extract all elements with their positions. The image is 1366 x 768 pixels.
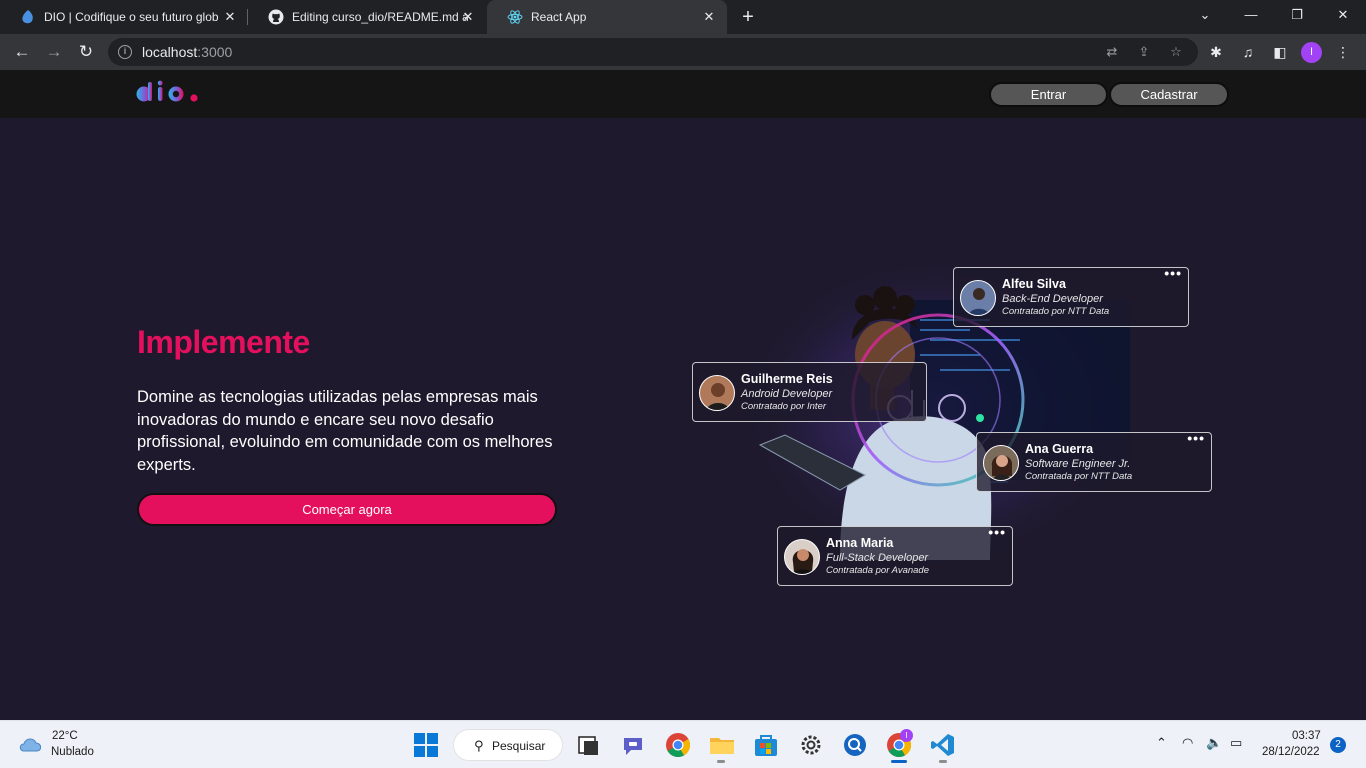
weather-temperature[interactable]: 22°C xyxy=(52,730,78,742)
forward-button[interactable]: → xyxy=(41,39,67,65)
minimize-button[interactable]: — xyxy=(1228,0,1274,30)
avatar xyxy=(960,280,996,316)
testimonial-company: Contratada por NTT Data xyxy=(1025,471,1133,482)
chrome-icon[interactable] xyxy=(665,732,691,758)
browser-toolbar: ← → ↻ i localhost:3000 ⇄ ⇪ ☆ ✱ ♫ ◧ I ⋮ xyxy=(0,34,1366,70)
avatar xyxy=(983,445,1019,481)
restore-button[interactable]: ❐ xyxy=(1274,0,1320,30)
share-icon[interactable]: ⇪ xyxy=(1136,44,1152,60)
media-control-icon[interactable]: ♫ xyxy=(1239,43,1257,61)
settings-gear-icon[interactable] xyxy=(798,732,824,758)
testimonial-card[interactable]: Alfeu Silva Back-End Developer Contratad… xyxy=(953,265,1189,327)
start-now-button[interactable]: Começar agora xyxy=(137,493,557,526)
translate-icon[interactable]: ⇄ xyxy=(1104,44,1120,60)
browser-tab-github[interactable]: Editing curso_dio/README.md at ✕ xyxy=(248,0,486,34)
react-icon xyxy=(507,9,523,25)
vscode-icon[interactable] xyxy=(930,732,956,758)
url-port: :3000 xyxy=(197,44,233,60)
running-indicator xyxy=(939,760,947,763)
back-button[interactable]: ← xyxy=(9,39,35,65)
windows-taskbar: 22°C Nublado ⚲ Pesquisar I ⌃ ◠ 🔈 ▭ 03:37… xyxy=(0,720,1366,768)
tab-title: DIO | Codifique o seu futuro glob xyxy=(44,10,219,24)
url-host: localhost xyxy=(142,44,198,60)
testimonial-role: Software Engineer Jr. xyxy=(1025,458,1131,470)
search-icon: ⚲ xyxy=(474,738,484,753)
cloud-weather-icon[interactable] xyxy=(18,733,44,755)
testimonial-role: Full-Stack Developer xyxy=(826,552,929,564)
avatar xyxy=(784,539,820,575)
close-tab-icon[interactable]: ✕ xyxy=(222,9,238,25)
new-tab-button[interactable]: + xyxy=(737,6,759,28)
avatar xyxy=(699,375,735,411)
side-panel-icon[interactable]: ◧ xyxy=(1271,43,1289,61)
tab-title: Editing curso_dio/README.md at xyxy=(292,10,468,24)
dio-logo[interactable] xyxy=(136,80,202,104)
profile-avatar[interactable]: I xyxy=(1301,42,1322,63)
hero-description: Domine as tecnologias utilizadas pelas e… xyxy=(137,388,553,474)
clock-time[interactable]: 03:37 xyxy=(1292,730,1321,742)
bookmark-star-icon[interactable]: ☆ xyxy=(1168,44,1184,60)
testimonial-name: Alfeu Silva xyxy=(1002,277,1066,291)
battery-icon[interactable]: ▭ xyxy=(1230,735,1242,751)
volume-icon[interactable]: 🔈 xyxy=(1206,735,1222,751)
feedback-hub-icon[interactable] xyxy=(842,732,868,758)
search-label: Pesquisar xyxy=(492,739,546,753)
app-header: Entrar Cadastrar xyxy=(0,70,1366,118)
tab-search-icon[interactable]: ⌄ xyxy=(1182,0,1228,30)
extensions-icon[interactable]: ✱ xyxy=(1207,43,1225,61)
close-tab-icon[interactable]: ✕ xyxy=(701,9,717,25)
running-indicator xyxy=(717,760,725,763)
url-text: localhost:3000 xyxy=(142,44,232,60)
task-view-icon[interactable] xyxy=(576,732,602,758)
show-hidden-icons-icon[interactable]: ⌃ xyxy=(1156,735,1167,751)
clock-date[interactable]: 28/12/2022 xyxy=(1262,746,1320,758)
wifi-icon[interactable]: ◠ xyxy=(1182,735,1193,751)
browser-tab-strip: DIO | Codifique o seu futuro glob ✕ Edit… xyxy=(0,0,1366,34)
github-icon xyxy=(268,9,284,25)
testimonial-card[interactable]: Ana Guerra Software Engineer Jr. Contrat… xyxy=(976,430,1212,492)
weather-description[interactable]: Nublado xyxy=(51,746,94,758)
testimonial-card[interactable]: Guilherme Reis Android Developer Contrat… xyxy=(692,362,927,422)
chrome-profile-badge: I xyxy=(900,729,913,742)
testimonial-company: Contratado por Inter xyxy=(741,401,827,412)
browser-tab-dio[interactable]: DIO | Codifique o seu futuro glob ✕ xyxy=(0,0,248,34)
testimonial-role: Android Developer xyxy=(741,388,833,400)
testimonial-company: Contratada por Avanade xyxy=(826,565,929,576)
more-options-icon[interactable]: ••• xyxy=(1187,430,1205,446)
file-explorer-icon[interactable] xyxy=(709,732,735,758)
testimonial-name: Anna Maria xyxy=(826,536,894,550)
active-indicator xyxy=(891,760,907,763)
more-options-icon[interactable]: ••• xyxy=(1164,265,1182,281)
teams-chat-icon[interactable] xyxy=(620,732,646,758)
testimonial-role: Back-End Developer xyxy=(1002,293,1103,305)
testimonial-company: Contratado por NTT Data xyxy=(1002,306,1110,317)
dio-favicon-icon xyxy=(20,9,36,25)
testimonial-name: Guilherme Reis xyxy=(741,372,833,386)
notification-badge[interactable]: 2 xyxy=(1330,737,1346,753)
microsoft-store-icon[interactable] xyxy=(753,732,779,758)
reload-button[interactable]: ↻ xyxy=(73,39,99,65)
login-button[interactable]: Entrar xyxy=(989,82,1108,107)
taskbar-search[interactable]: ⚲ Pesquisar xyxy=(453,729,563,761)
testimonial-name: Ana Guerra xyxy=(1025,442,1094,456)
windows-start-icon[interactable] xyxy=(413,732,439,758)
hero-illustration: Alfeu Silva Back-End Developer Contratad… xyxy=(690,260,1220,590)
browser-tab-react-app[interactable]: React App ✕ xyxy=(487,0,727,34)
browser-menu-icon[interactable]: ⋮ xyxy=(1334,43,1352,61)
more-options-icon[interactable]: ••• xyxy=(988,524,1006,540)
close-tab-icon[interactable]: ✕ xyxy=(460,9,476,25)
site-info-icon[interactable]: i xyxy=(118,45,132,59)
hero-title: Implemente xyxy=(137,324,310,360)
tab-title: React App xyxy=(531,10,587,24)
testimonial-card[interactable]: Anna Maria Full-Stack Developer Contrata… xyxy=(777,524,1013,586)
signup-button[interactable]: Cadastrar xyxy=(1109,82,1229,107)
address-bar[interactable]: i localhost:3000 ⇄ ⇪ ☆ xyxy=(108,38,1198,66)
close-window-button[interactable]: ✕ xyxy=(1320,0,1366,30)
